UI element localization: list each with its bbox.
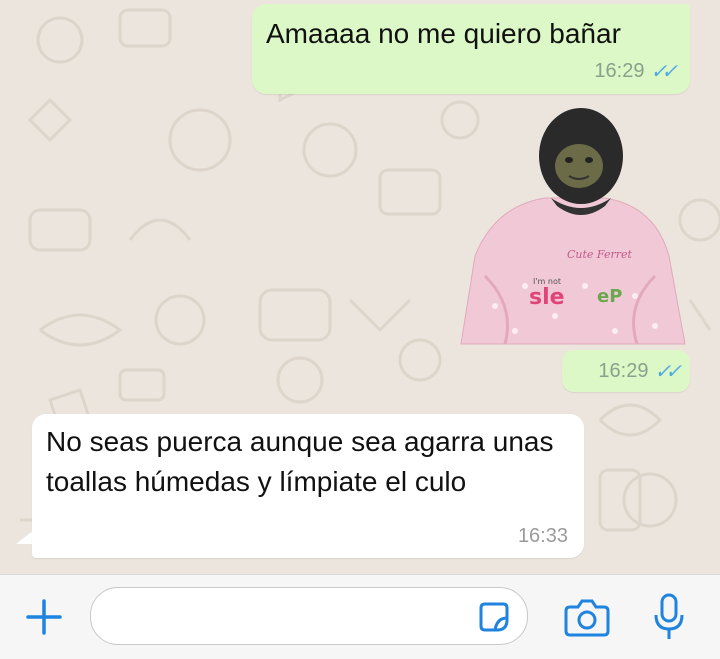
sticker-caption: eP	[597, 286, 622, 307]
read-ticks-icon: ✓✓	[654, 361, 681, 383]
plus-icon[interactable]	[24, 597, 64, 637]
message-meta: 16:33	[518, 525, 568, 548]
message-text: Amaaaa no me quiero bañar	[266, 18, 621, 49]
message-text: No seas puerca aunque sea agarra unas to…	[46, 426, 554, 497]
sticker-image[interactable]: Cute Ferret I'm not sle eP	[455, 106, 687, 348]
message-meta: 16:29 ✓✓	[598, 359, 681, 384]
read-ticks-icon: ✓✓	[650, 61, 677, 83]
message-time: 16:29	[598, 360, 649, 382]
incoming-message-bubble[interactable]: No seas puerca aunque sea agarra unas to…	[32, 414, 584, 558]
outgoing-message-bubble[interactable]: Amaaaa no me quiero bañar 16:29 ✓✓	[252, 4, 690, 94]
message-time: 16:29	[594, 60, 645, 82]
message-input[interactable]	[90, 587, 528, 645]
sticker-icon[interactable]	[477, 600, 511, 634]
sticker-timestamp-bubble: 16:29 ✓✓	[562, 350, 690, 392]
camera-icon[interactable]	[564, 597, 610, 637]
sticker-caption: Cute Ferret	[567, 248, 632, 261]
message-input-bar	[0, 574, 720, 659]
microphone-icon[interactable]	[652, 593, 686, 643]
message-time: 16:33	[517, 525, 568, 547]
sticker-caption: sle	[529, 285, 565, 310]
message-meta: 16:29 ✓✓	[594, 59, 677, 84]
chat-area: Amaaaa no me quiero bañar 16:29 ✓✓ Cute …	[0, 0, 720, 574]
